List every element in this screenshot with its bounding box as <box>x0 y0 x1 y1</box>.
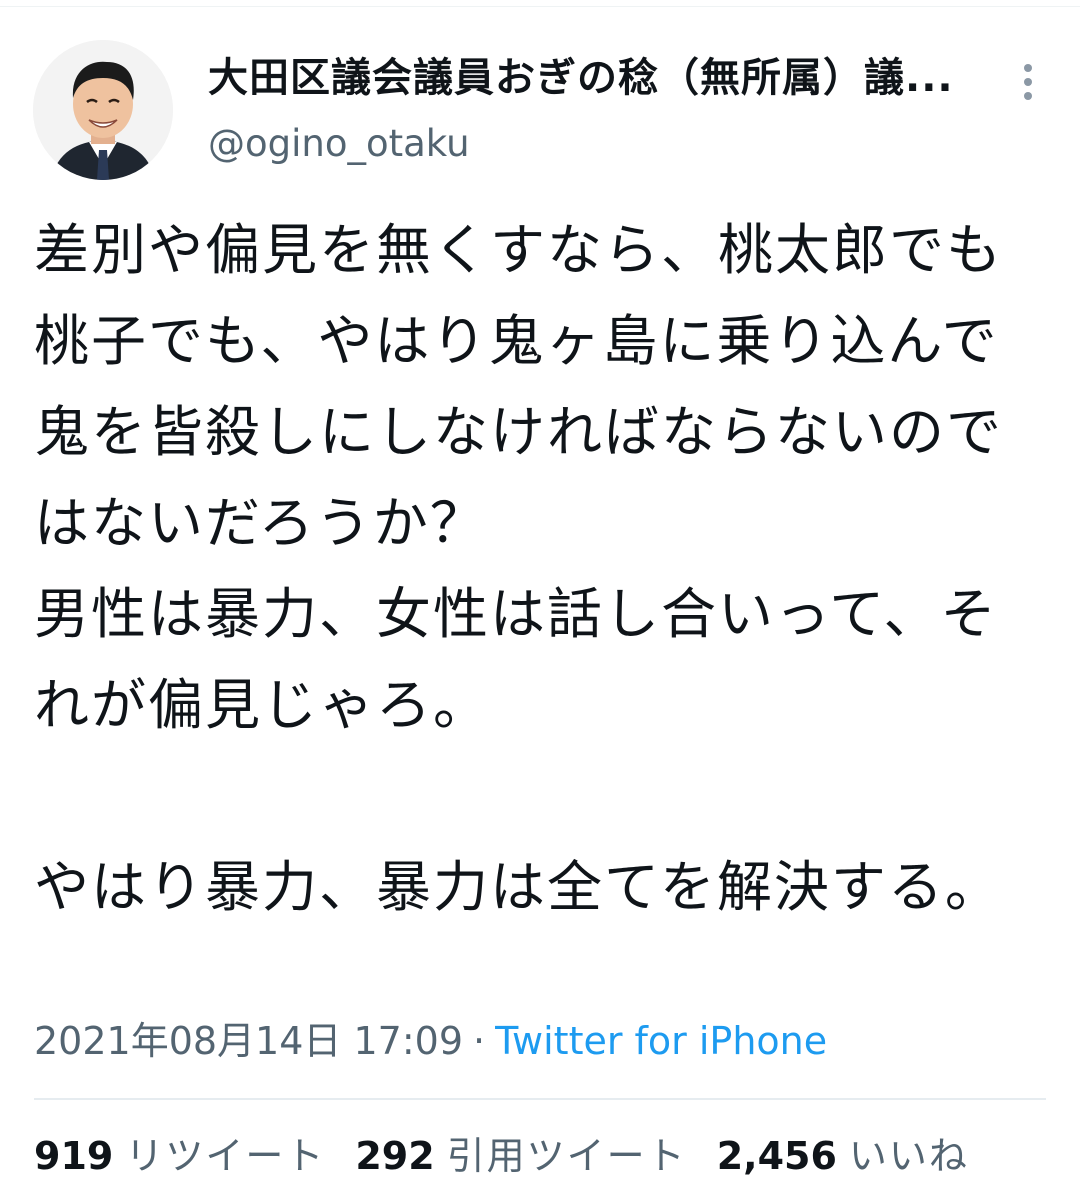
stats-divider <box>34 1098 1046 1100</box>
quotes-count: 292 <box>355 1134 435 1178</box>
likes-count: 2,456 <box>716 1134 837 1178</box>
avatar[interactable] <box>33 40 173 180</box>
retweets-count: 919 <box>34 1134 114 1178</box>
likes-label: いいね <box>848 1134 969 1178</box>
retweets-label: リツイート <box>125 1134 326 1178</box>
retweets-stat[interactable]: 919 リツイート <box>34 1134 325 1178</box>
quotes-stat[interactable]: 292 引用ツイート <box>355 1134 686 1178</box>
author-handle[interactable]: @ogino_otaku <box>208 120 470 168</box>
tweet-text: 差別や偏見を無くすなら、桃太郎でも桃子でも、やはり鬼ヶ島に乗り込んで鬼を皆殺しに… <box>34 218 1004 919</box>
tweet-source-link[interactable]: Twitter for iPhone <box>495 1019 827 1063</box>
meta-separator: · <box>473 1019 486 1063</box>
tweet-meta: 2021年08月14日 17:09 · Twitter for iPhone <box>34 1015 827 1067</box>
tweet-stats: 919 リツイート 292 引用ツイート 2,456 いいね <box>34 1130 999 1182</box>
more-vertical-icon[interactable] <box>1008 60 1048 104</box>
quotes-label: 引用ツイート <box>446 1134 687 1178</box>
profile-photo-icon <box>33 40 173 180</box>
author-display-name[interactable]: 大田区議会議員おぎの稔（無所属）議... <box>208 52 968 104</box>
likes-stat[interactable]: 2,456 いいね <box>717 1134 969 1178</box>
top-divider <box>0 6 1080 7</box>
tweet-timestamp[interactable]: 2021年08月14日 17:09 <box>34 1019 463 1063</box>
